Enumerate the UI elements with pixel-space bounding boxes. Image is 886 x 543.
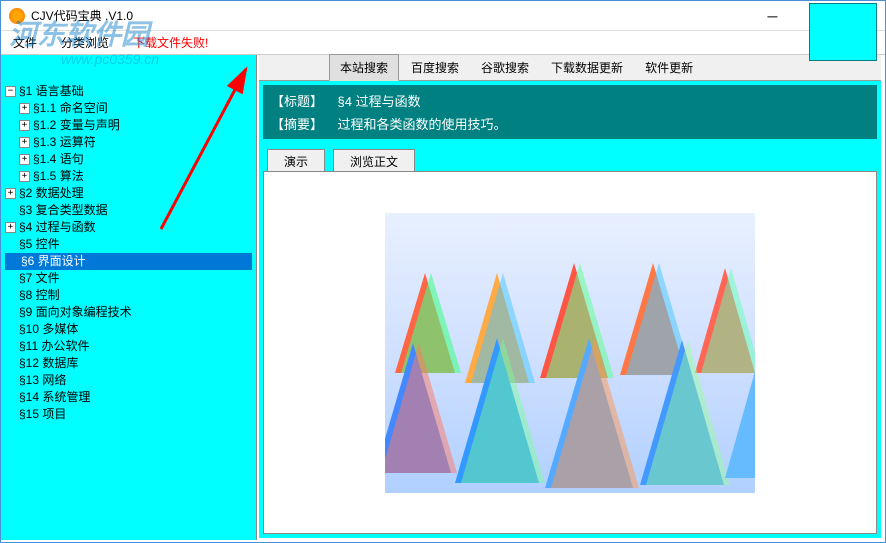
- tree-s5[interactable]: §5 控件: [5, 236, 252, 253]
- tree-s9[interactable]: §9 面向对象编程技术: [5, 304, 252, 321]
- info-summary-row: 【摘要】 过程和各类函数的使用技巧。: [271, 112, 869, 135]
- info-title-row: 【标题】 §4 过程与函数: [271, 89, 869, 112]
- window-title: CJV代码宝典 .V1.0: [31, 7, 750, 24]
- search-site-tab[interactable]: 本站搜索: [329, 54, 399, 81]
- info-panel: 【标题】 §4 过程与函数 【摘要】 过程和各类函数的使用技巧。: [263, 85, 877, 139]
- tree-s11[interactable]: §11 办公软件: [5, 338, 252, 355]
- info-summary-label: 【摘要】: [271, 117, 323, 132]
- category-tree: −§1 语言基础 +§1.1 命名空间 +§1.2 变量与声明 +§1.3 运算…: [1, 81, 256, 425]
- collapse-icon[interactable]: −: [5, 86, 16, 97]
- tree-s10[interactable]: §10 多媒体: [5, 321, 252, 338]
- tree-s14[interactable]: §14 系统管理: [5, 389, 252, 406]
- side-panel: [809, 3, 877, 61]
- tree-s1-2[interactable]: +§1.2 变量与声明: [5, 117, 252, 134]
- tree-s1-3[interactable]: +§1.3 运算符: [5, 134, 252, 151]
- tree-s1-1[interactable]: +§1.1 命名空间: [5, 100, 252, 117]
- menu-download-error[interactable]: 下载文件失败!: [129, 32, 212, 53]
- expand-icon[interactable]: +: [19, 171, 30, 182]
- tree-s15[interactable]: §15 项目: [5, 406, 252, 423]
- minimize-button[interactable]: ─: [750, 1, 795, 31]
- tree-s7[interactable]: §7 文件: [5, 270, 252, 287]
- expand-icon[interactable]: +: [19, 154, 30, 165]
- titlebar: CJV代码宝典 .V1.0 ─ ☐ ✕: [1, 1, 885, 31]
- tree-s4[interactable]: +§4 过程与函数: [5, 219, 252, 236]
- expand-icon[interactable]: +: [5, 188, 16, 199]
- app-window: CJV代码宝典 .V1.0 ─ ☐ ✕ 文件 分类浏览 下载文件失败! 河东软件…: [0, 0, 886, 543]
- software-update[interactable]: 软件更新: [635, 55, 703, 80]
- category-sidebar: −§1 语言基础 +§1.1 命名空间 +§1.2 变量与声明 +§1.3 运算…: [1, 55, 257, 540]
- expand-icon[interactable]: +: [19, 137, 30, 148]
- app-icon: [9, 8, 25, 24]
- tree-s13[interactable]: §13 网络: [5, 372, 252, 389]
- data-update[interactable]: 下载数据更新: [541, 55, 633, 80]
- tree-s3[interactable]: §3 复合类型数据: [5, 202, 252, 219]
- info-title-label: 【标题】: [271, 94, 323, 109]
- tree-s1[interactable]: −§1 语言基础: [5, 83, 252, 100]
- preview-area: [263, 171, 877, 534]
- expand-icon[interactable]: +: [19, 103, 30, 114]
- menu-file[interactable]: 文件: [9, 32, 41, 53]
- menu-browse[interactable]: 分类浏览: [57, 32, 113, 53]
- tree-s2[interactable]: +§2 数据处理: [5, 185, 252, 202]
- menubar: 文件 分类浏览 下载文件失败!: [1, 31, 885, 55]
- search-google[interactable]: 谷歌搜索: [471, 55, 539, 80]
- tree-s1-5[interactable]: +§1.5 算法: [5, 168, 252, 185]
- tree-s6-selected[interactable]: §6 界面设计: [5, 253, 252, 270]
- tree-s1-4[interactable]: +§1.4 语句: [5, 151, 252, 168]
- content-area: 【标题】 §4 过程与函数 【摘要】 过程和各类函数的使用技巧。 演示 浏览正文: [259, 81, 881, 538]
- info-summary-value: 过程和各类函数的使用技巧。: [338, 117, 507, 132]
- search-toolbar: 本站搜索 百度搜索 谷歌搜索 下载数据更新 软件更新: [259, 55, 881, 81]
- tree-s8[interactable]: §8 控制: [5, 287, 252, 304]
- search-baidu[interactable]: 百度搜索: [401, 55, 469, 80]
- expand-icon[interactable]: +: [19, 120, 30, 131]
- info-title-value: §4 过程与函数: [338, 94, 421, 109]
- tree-s12[interactable]: §12 数据库: [5, 355, 252, 372]
- expand-icon[interactable]: +: [5, 222, 16, 233]
- preview-image: [385, 213, 755, 493]
